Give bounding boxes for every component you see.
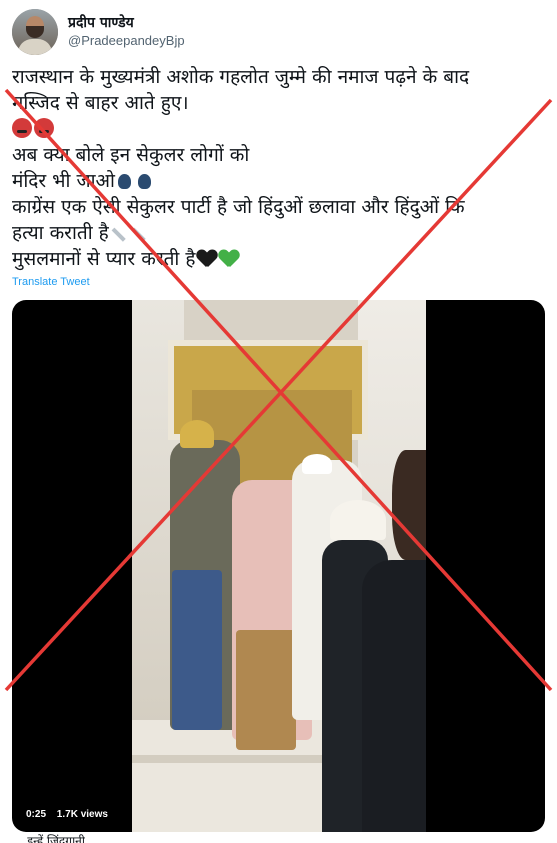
tweet-line-4: मंदिर भी जाओ [12,170,115,192]
next-tweet-snippet: ... इन्हें जिंदगानी [12,834,85,843]
user-info[interactable]: प्रदीप पाण्डेय @PradeepandeyBjp [68,14,185,50]
tweet-line-1: राजस्थान के मुख्यमंत्री अशोक गहलोत जुम्म… [12,66,470,88]
avatar[interactable] [12,9,58,55]
tweet-line-5: काग्रेंस एक ऐसी सेकुलर पार्टी है जो हिंद… [12,196,465,218]
emoji-line [12,116,542,142]
speaking-head-icon [117,172,135,190]
green-heart-icon [219,250,239,268]
black-heart-icon [197,250,217,268]
tweet-line-2: मस्जिद से बाहर आते हुए। [12,92,189,114]
tweet-line-7-wrap: मुसलमानों से प्यार करती है [12,246,542,272]
video-views: 1.7K views [56,809,108,820]
speaking-head-icon [137,172,155,190]
video-frame [132,300,426,832]
enraged-face-icon [12,118,32,138]
tweet-text: राजस्थान के मुख्यमंत्री अशोक गहलोत जुम्म… [12,64,542,272]
enraged-face-icon [34,118,54,138]
kitchen-knife-icon [131,224,149,242]
display-name[interactable]: प्रदीप पाण्डेय [68,14,185,32]
video-duration: 0:25 [26,809,47,820]
video-player[interactable]: 0:25 1.7K views [12,300,545,832]
tweet-line-7: मुसलमानों से प्यार करती है [12,248,196,270]
tweet-line-6: हत्या कराती है [12,222,109,244]
tweet-line-3: अब क्या बोले इन सेकुलर लोगों को [12,144,250,166]
tweet-line-4-wrap: मंदिर भी जाओ [12,168,542,194]
tweet-line-6-wrap: हत्या कराती है [12,220,542,246]
tweet-header: प्रदीप पाण्डेय @PradeepandeyBjp [12,8,185,56]
video-meta: 0:25 1.7K views [26,809,116,820]
translate-tweet-link[interactable]: Translate Tweet [12,276,90,288]
kitchen-knife-icon [111,224,129,242]
user-handle[interactable]: @PradeepandeyBjp [68,32,185,50]
